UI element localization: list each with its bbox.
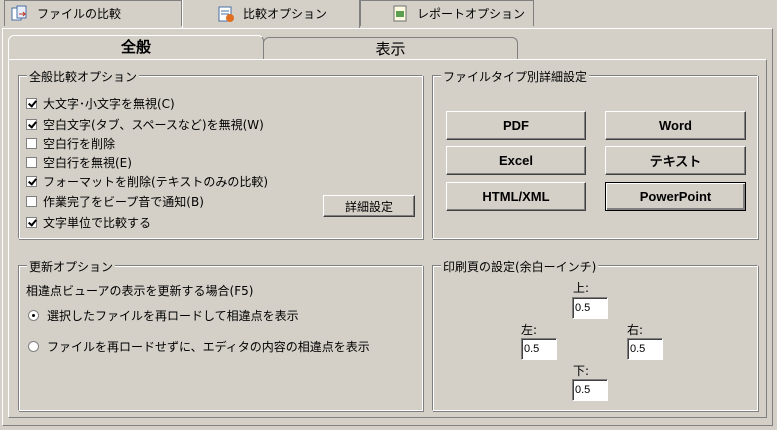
- ignore-whitespace-checkbox[interactable]: 空白文字(タブ、スペースなど)を無視(W): [26, 116, 264, 133]
- button-label: HTML/XML: [482, 189, 550, 204]
- subtab-label: 全般: [120, 38, 151, 56]
- group-title: 全般比較オプション: [27, 68, 140, 85]
- checkbox-label: 大文字･小文字を無視(C): [43, 97, 175, 111]
- text-settings-button[interactable]: テキスト: [605, 146, 746, 175]
- checkbox-box[interactable]: [26, 119, 37, 130]
- remove-formatting-checkbox[interactable]: フォーマットを削除(テキストのみの比較): [26, 173, 268, 190]
- radio-label: 選択したファイルを再ロードして相違点を表示: [47, 309, 299, 323]
- checkbox-label: 作業完了をビープ音で通知(B): [43, 195, 204, 209]
- group-title: 更新オプション: [27, 258, 116, 275]
- top-margin-label: 上:: [573, 281, 590, 295]
- refresh-description: 相違点ビューアの表示を更新する場合(F5): [26, 284, 254, 298]
- tab-compare-options[interactable]: 比較オプション: [182, 0, 360, 28]
- checkbox-box[interactable]: [26, 98, 37, 109]
- report-icon: [391, 5, 409, 23]
- word-settings-button[interactable]: Word: [605, 111, 746, 140]
- subtab-label: 表示: [375, 40, 406, 58]
- checkbox-box[interactable]: [26, 196, 37, 207]
- checkbox-label: 空白文字(タブ、スペースなど)を無視(W): [43, 118, 264, 132]
- radio-label: ファイルを再ロードせずに、エディタの内容の相違点を表示: [47, 340, 370, 354]
- bottom-margin-input[interactable]: [572, 379, 608, 401]
- tab-report-options[interactable]: レポートオプション: [360, 0, 534, 26]
- button-label: 詳細設定: [344, 199, 393, 214]
- reload-files-radio[interactable]: 選択したファイルを再ロードして相違点を表示: [28, 307, 299, 324]
- subtab-general[interactable]: 全般: [8, 35, 264, 60]
- beep-on-complete-checkbox[interactable]: 作業完了をビープ音で通知(B): [26, 193, 204, 210]
- button-label: テキスト: [649, 154, 702, 169]
- left-margin-label: 左:: [521, 323, 538, 337]
- radio-circle[interactable]: [28, 310, 39, 321]
- advanced-settings-button[interactable]: 詳細設定: [323, 195, 415, 217]
- remove-blank-lines-checkbox[interactable]: 空白行を削除: [26, 135, 115, 152]
- radio-circle[interactable]: [28, 341, 39, 352]
- group-title: ファイルタイプ別詳細設定: [441, 68, 590, 85]
- ignore-blank-lines-checkbox[interactable]: 空白行を無視(E): [26, 154, 132, 171]
- powerpoint-settings-button[interactable]: PowerPoint: [605, 182, 746, 211]
- bottom-margin-label: 下:: [573, 364, 590, 378]
- checkbox-label: 文字単位で比較する: [43, 216, 152, 230]
- button-label: PowerPoint: [639, 189, 712, 204]
- checkbox-box[interactable]: [26, 138, 37, 149]
- right-margin-input[interactable]: [627, 338, 663, 360]
- button-label: Word: [659, 118, 692, 133]
- options-icon: [217, 5, 235, 23]
- compare-files-icon: [11, 5, 29, 23]
- checkbox-label: フォーマットを削除(テキストのみの比較): [43, 175, 269, 189]
- checkbox-label: 空白行を削除: [43, 137, 116, 151]
- top-margin-input[interactable]: [572, 297, 608, 319]
- subtab-display[interactable]: 表示: [263, 37, 518, 59]
- tab-file-compare[interactable]: ファイルの比較: [4, 0, 182, 26]
- ignore-case-checkbox[interactable]: 大文字･小文字を無視(C): [26, 95, 175, 112]
- checkbox-box[interactable]: [26, 217, 37, 228]
- html-xml-settings-button[interactable]: HTML/XML: [446, 182, 586, 211]
- left-margin-input[interactable]: [521, 338, 557, 360]
- checkbox-box[interactable]: [26, 157, 37, 168]
- tab-label: 比較オプション: [243, 7, 328, 21]
- tab-label: レポートオプション: [417, 7, 526, 21]
- excel-settings-button[interactable]: Excel: [446, 146, 586, 175]
- checkbox-box[interactable]: [26, 176, 37, 187]
- button-label: Excel: [499, 153, 533, 168]
- group-title: 印刷頁の設定(余白ーインチ): [441, 258, 599, 275]
- char-level-compare-checkbox[interactable]: 文字単位で比較する: [26, 214, 151, 231]
- button-label: PDF: [503, 118, 529, 133]
- checkbox-label: 空白行を無視(E): [43, 156, 132, 170]
- editor-content-radio[interactable]: ファイルを再ロードせずに、エディタの内容の相違点を表示: [28, 338, 370, 355]
- right-margin-label: 右:: [627, 323, 644, 337]
- tab-label: ファイルの比較: [37, 7, 122, 21]
- pdf-settings-button[interactable]: PDF: [446, 111, 586, 140]
